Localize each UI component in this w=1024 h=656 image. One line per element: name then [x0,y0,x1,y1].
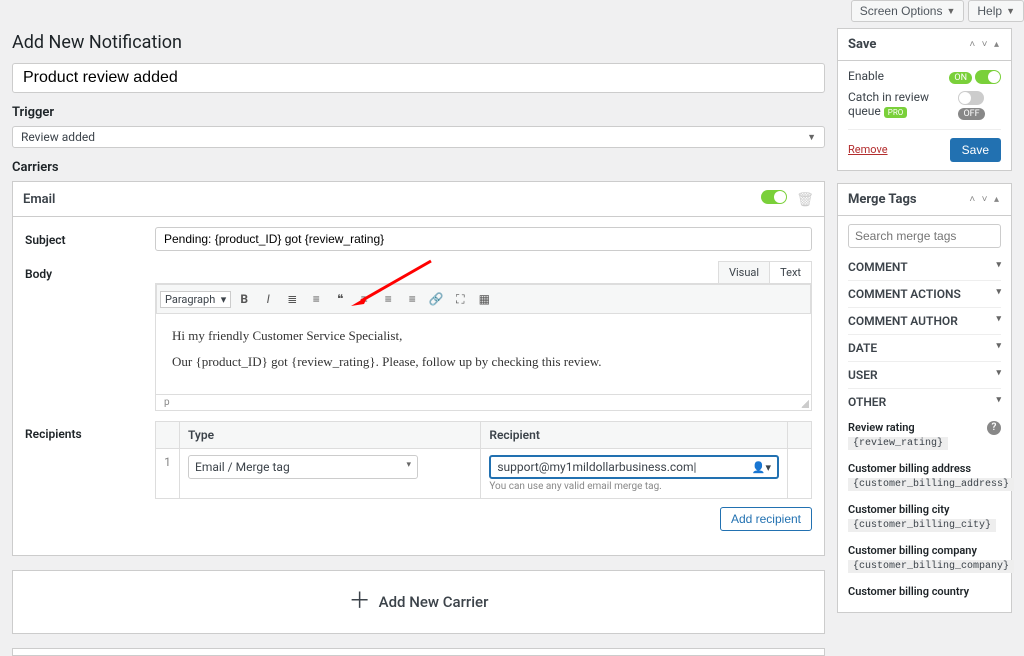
recipient-header: Recipient [481,422,788,449]
align-left-icon[interactable]: ≡ [353,288,375,310]
plus-icon: ＋ [349,591,371,613]
text-tab[interactable]: Text [769,261,812,283]
trigger-value: Review added [21,130,95,144]
recipient-hint: You can use any valid email merge tag. [489,481,779,492]
help-button[interactable]: Help ▼ [968,0,1024,22]
carrier-email-header: Email 🗑 [12,181,825,217]
box-handle-icons[interactable]: ˄ ˅ ▴ [969,194,1001,205]
merge-tag-item[interactable]: Customer billing country [848,579,1001,604]
user-cog-icon[interactable]: 👤▾ [752,461,771,474]
screen-options-button[interactable]: Screen Options ▼ [851,0,965,22]
merge-tag-group[interactable]: OTHER▾ [848,388,1001,415]
save-button[interactable]: Save [950,138,1001,162]
merge-tag-group[interactable]: DATE▾ [848,334,1001,361]
enable-state: ON [949,72,972,84]
chevron-down-icon: ▼ [807,132,816,143]
merge-tag-item[interactable]: Customer billing city{customer_billing_c… [848,497,1001,538]
row-index: 1 [156,449,180,499]
save-box-title: Save [848,37,876,52]
catch-label: Catch in review queuePRO [848,90,958,118]
title-input[interactable] [12,63,825,93]
visual-tab[interactable]: Visual [718,261,770,283]
body-line-1: Hi my friendly Customer Service Speciali… [172,328,795,344]
merge-tag-item[interactable]: Review rating?{review_rating} [848,415,1001,456]
help-icon[interactable]: ? [987,421,1001,435]
merge-tag-search-input[interactable] [848,224,1001,248]
carriers-heading: Carriers [12,160,825,175]
add-carrier-button[interactable]: ＋ Add New Carrier [12,570,825,634]
page-title: Add New Notification [12,32,825,53]
editor-path: p [156,394,811,410]
merge-tag-item[interactable]: Customer billing company{customer_billin… [848,538,1001,579]
pro-badge: PRO [884,107,907,118]
body-line-2: Our {product_ID} got {review_rating}. Pl… [172,354,795,370]
trigger-select[interactable]: Review added ▼ [12,126,825,148]
paragraph-select[interactable]: Paragraph ▾ [160,291,231,308]
catch-state: OFF [958,108,984,120]
quote-icon[interactable]: ❝ [329,288,351,310]
toolbar-toggle-icon[interactable]: ▦ [473,288,495,310]
editor-content[interactable]: Hi my friendly Customer Service Speciali… [156,314,811,394]
chevron-down-icon: ▼ [946,6,955,16]
enable-label: Enable [848,69,884,83]
add-recipient-button[interactable]: Add recipient [720,507,812,531]
remove-link[interactable]: Remove [848,143,888,156]
recipients-label: Recipients [25,421,155,441]
subject-input[interactable] [155,227,812,251]
merge-tag-group[interactable]: COMMENT▾ [848,254,1001,280]
recipient-input[interactable]: support@my1mildollarbusiness.com| 👤▾ [489,455,779,479]
merge-tag-item[interactable]: Customer billing address{customer_billin… [848,456,1001,497]
merge-tag-group[interactable]: COMMENT ACTIONS▾ [848,280,1001,307]
recipient-type-select[interactable]: Email / Merge tag▾ [188,455,418,479]
box-handle-icons[interactable]: ˄ ˅ ▴ [969,39,1001,50]
number-list-icon[interactable]: ≡ [305,288,327,310]
type-header: Type [180,422,481,449]
subject-label: Subject [25,227,155,247]
chevron-down-icon: ▼ [1006,6,1015,16]
screen-options-label: Screen Options [860,4,943,18]
help-label: Help [977,4,1002,18]
enable-toggle[interactable] [975,70,1001,84]
merge-tag-group[interactable]: COMMENT AUTHOR▾ [848,307,1001,334]
link-icon[interactable]: 🔗 [425,288,447,310]
align-center-icon[interactable]: ≡ [377,288,399,310]
merge-tag-group[interactable]: USER▾ [848,361,1001,388]
trigger-heading: Trigger [12,105,825,120]
editor-toolbar: Paragraph ▾ B I ≣ ≡ ❝ ≡ ≡ ≡ 🔗 ⛶ ▦ [156,284,811,314]
carrier-email-toggle[interactable] [761,190,787,204]
add-carrier-label: Add New Carrier [379,593,489,611]
catch-toggle[interactable] [958,91,984,105]
merge-tags-title: Merge Tags [848,192,917,207]
fullscreen-icon[interactable]: ⛶ [449,288,471,310]
trash-icon[interactable]: 🗑 [796,192,814,208]
body-label: Body [25,261,155,281]
align-right-icon[interactable]: ≡ [401,288,423,310]
bullet-list-icon[interactable]: ≣ [281,288,303,310]
carrier-email-title: Email [23,192,55,207]
italic-icon[interactable]: I [257,288,279,310]
bold-icon[interactable]: B [233,288,255,310]
